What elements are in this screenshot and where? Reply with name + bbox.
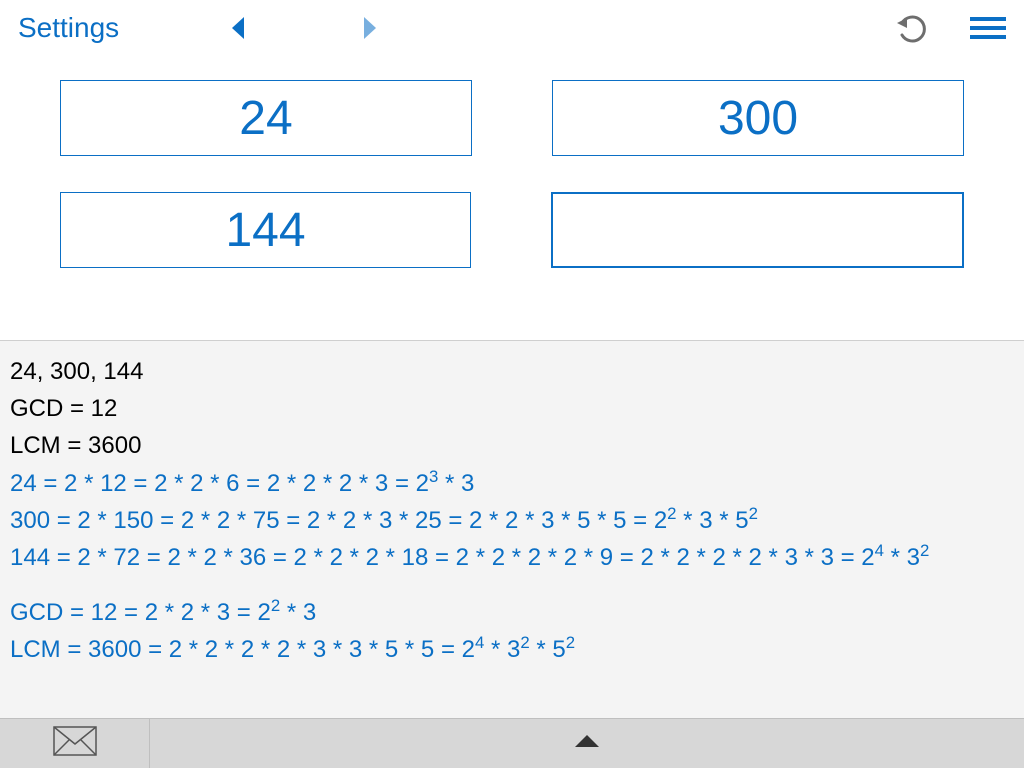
input-summary: 24, 300, 144 — [10, 353, 1014, 390]
inputs-area: 24 300 144 — [0, 56, 1024, 340]
undo-icon[interactable] — [894, 11, 928, 45]
number-input-1[interactable]: 24 — [60, 80, 472, 156]
gcd-summary: GCD = 12 — [10, 390, 1014, 427]
expand-panel-button[interactable] — [150, 719, 1024, 768]
results-panel: 24, 300, 144 GCD = 12 LCM = 3600 24 = 2 … — [0, 340, 1024, 718]
number-input-4[interactable] — [551, 192, 964, 268]
next-icon[interactable] — [351, 10, 387, 46]
lcm-detail: LCM = 3600 = 2 * 2 * 2 * 2 * 3 * 3 * 5 *… — [10, 631, 1014, 668]
mail-icon — [53, 726, 97, 761]
chevron-up-icon — [573, 733, 601, 754]
factorization-line: 24 = 2 * 12 = 2 * 2 * 6 = 2 * 2 * 2 * 3 … — [10, 465, 1014, 502]
mail-button[interactable] — [0, 719, 150, 768]
number-input-3[interactable]: 144 — [60, 192, 471, 268]
factorization-line: 144 = 2 * 72 = 2 * 2 * 36 = 2 * 2 * 2 * … — [10, 539, 1014, 576]
previous-icon[interactable] — [221, 10, 257, 46]
bottombar — [0, 718, 1024, 768]
menu-icon[interactable] — [970, 17, 1006, 39]
gcd-detail: GCD = 12 = 2 * 2 * 3 = 22 * 3 — [10, 594, 1014, 631]
number-input-2[interactable]: 300 — [552, 80, 964, 156]
settings-link[interactable]: Settings — [18, 12, 119, 44]
topbar: Settings — [0, 0, 1024, 56]
lcm-summary: LCM = 3600 — [10, 427, 1014, 464]
factorization-line: 300 = 2 * 150 = 2 * 2 * 75 = 2 * 2 * 3 *… — [10, 502, 1014, 539]
